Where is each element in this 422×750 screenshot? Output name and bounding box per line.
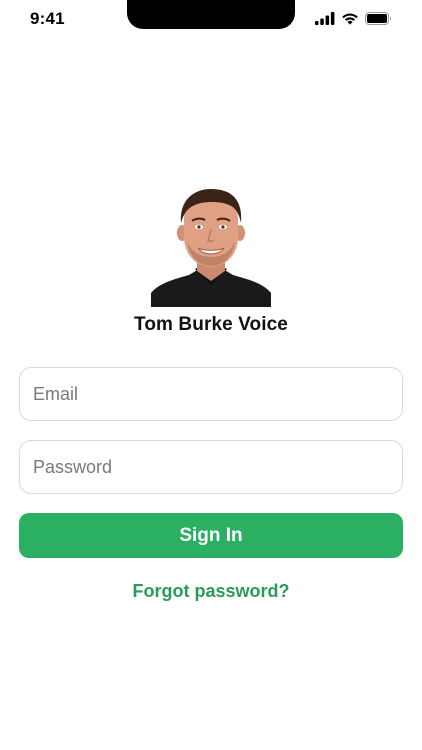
device-notch: [127, 0, 295, 29]
forgot-password-link[interactable]: Forgot password?: [0, 581, 422, 602]
avatar: [151, 189, 271, 307]
battery-icon: [365, 12, 391, 25]
sign-in-button[interactable]: Sign In: [19, 513, 403, 558]
status-icons: [315, 12, 392, 25]
cellular-signal-icon: [315, 12, 335, 25]
password-field[interactable]: [19, 440, 403, 494]
profile-photo: [151, 189, 271, 307]
status-bar: 9:41: [0, 0, 422, 40]
email-field[interactable]: [19, 367, 403, 421]
wifi-icon: [342, 13, 358, 25]
profile-name: Tom Burke Voice: [134, 314, 288, 335]
status-time: 9:41: [30, 9, 65, 28]
password-input[interactable]: [20, 441, 402, 493]
email-input[interactable]: [20, 368, 402, 420]
